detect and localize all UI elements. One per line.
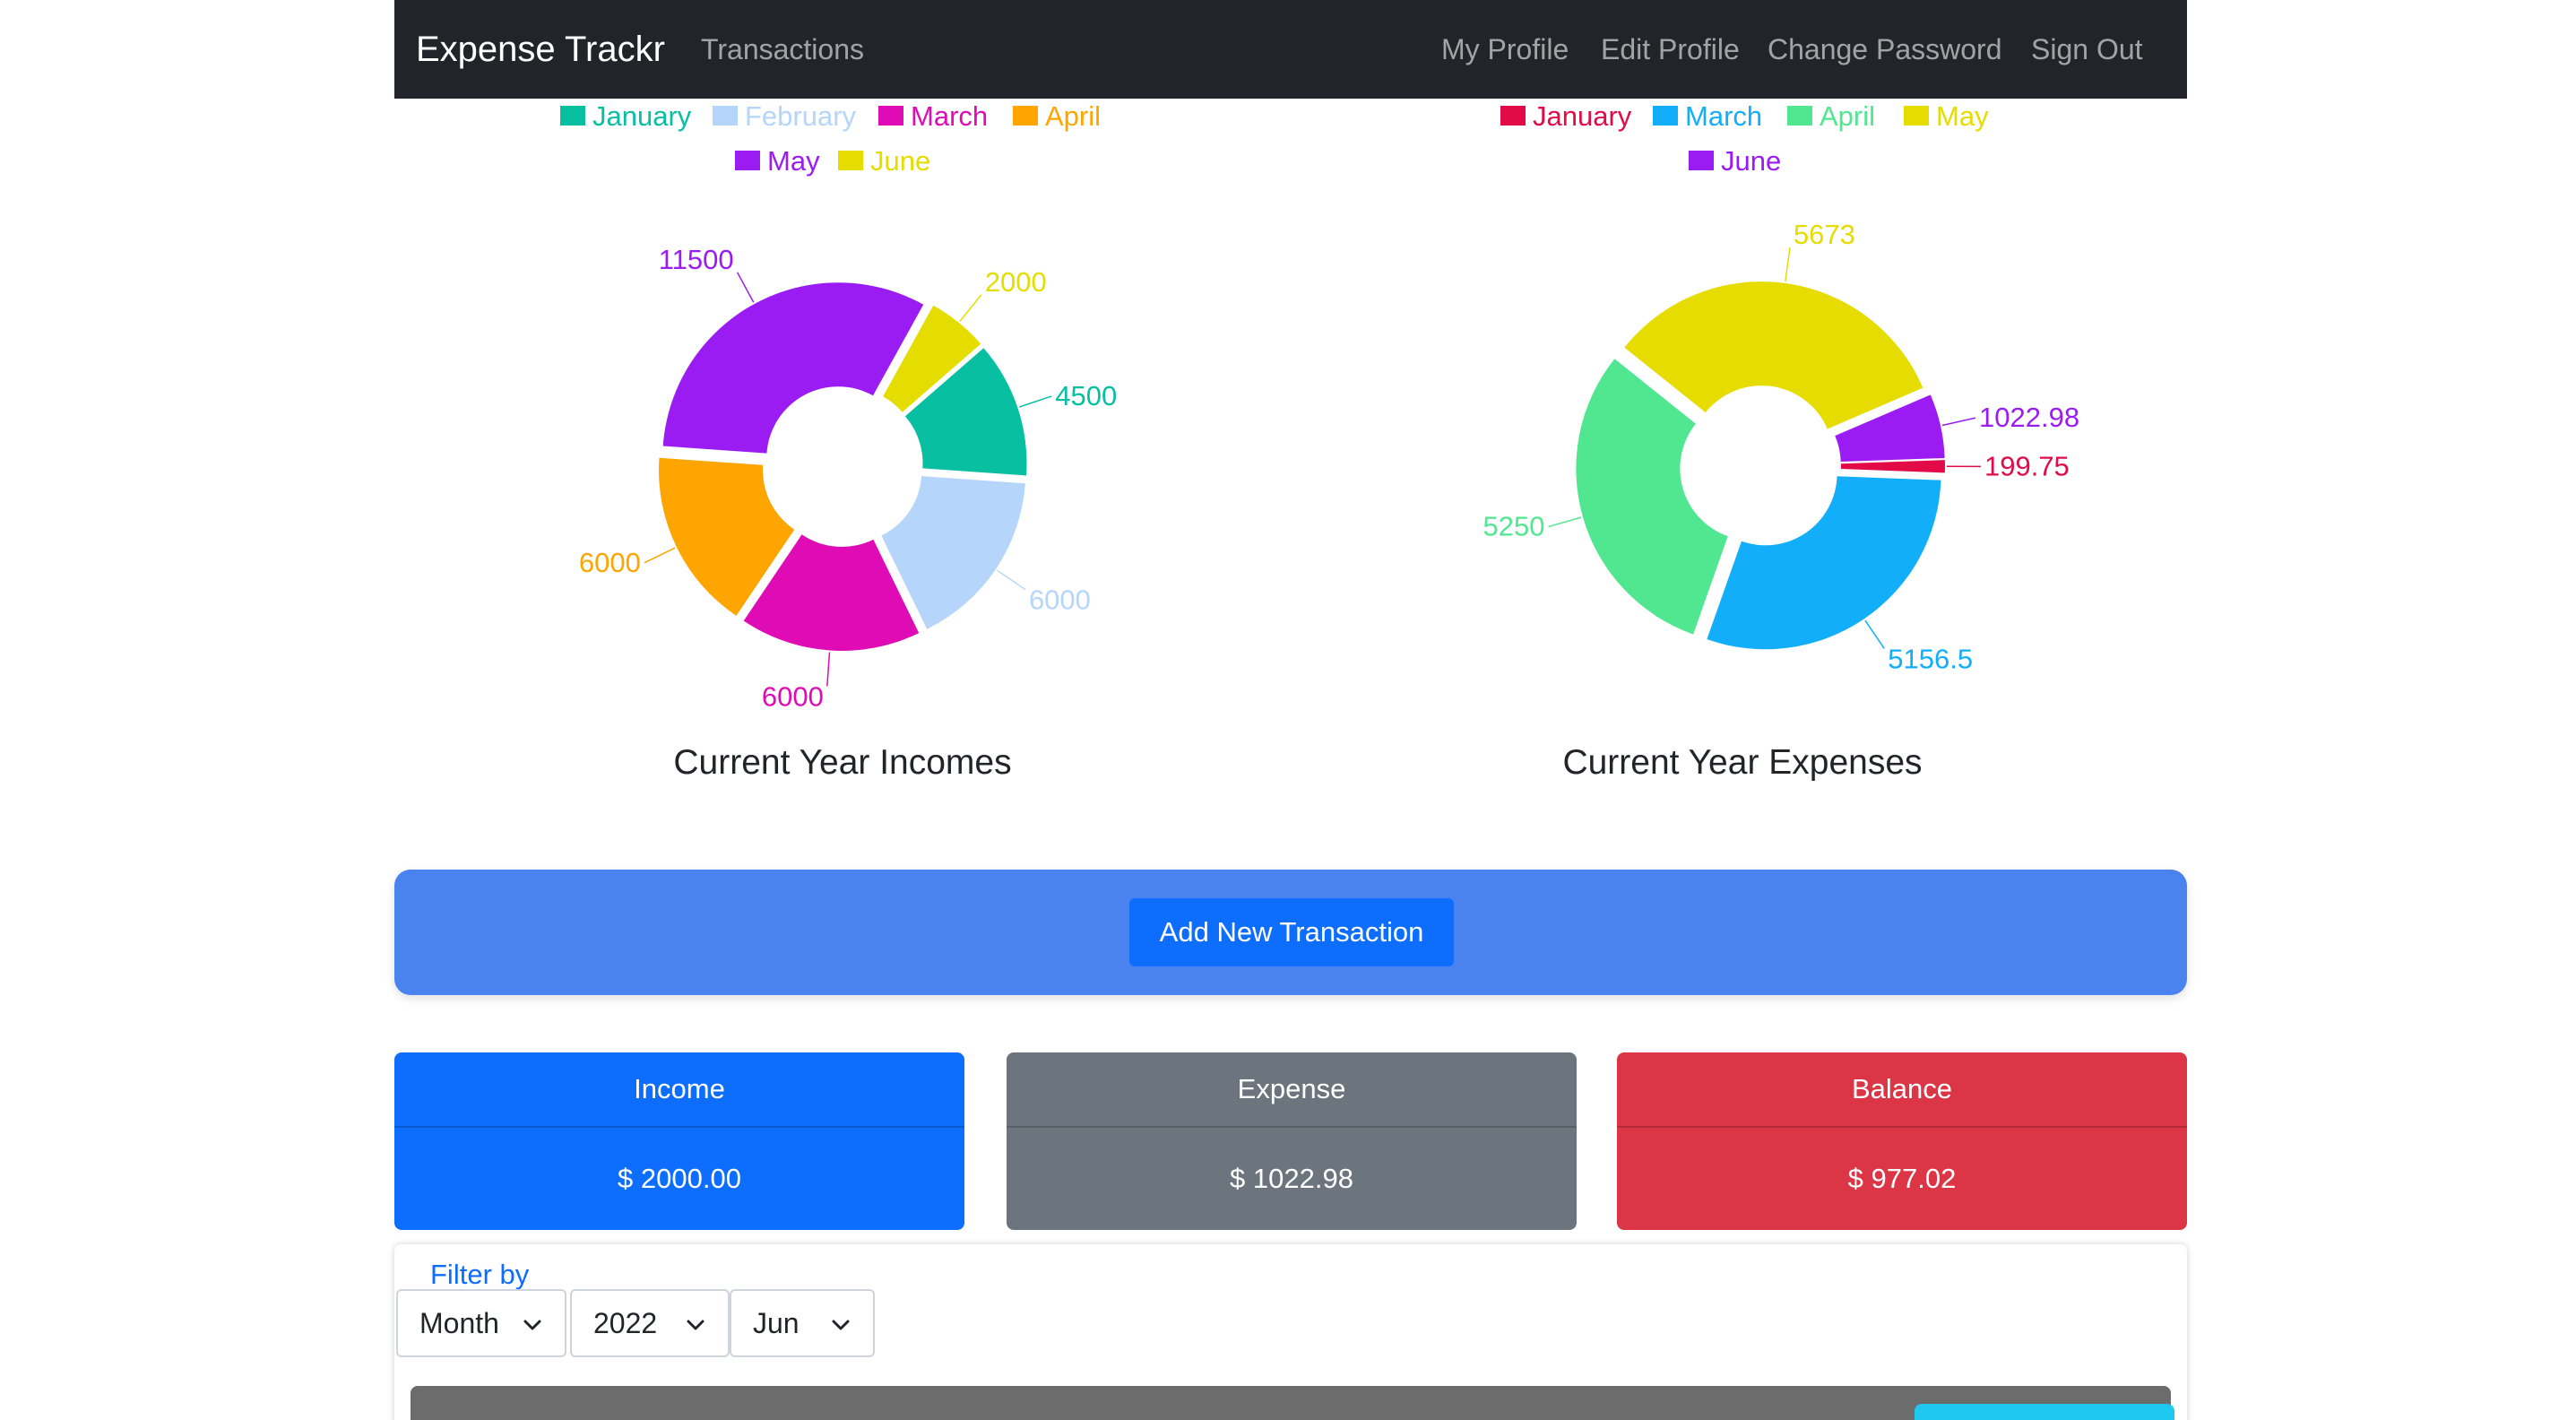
legend-item-march[interactable]: March bbox=[1653, 100, 1762, 132]
svg-text:April: April bbox=[1045, 100, 1101, 132]
expense-donut-chart: January March April May June 199.75 5156.5 5250… bbox=[1482, 100, 2079, 674]
income-card-label: Income bbox=[394, 1052, 964, 1128]
nav-edit-profile[interactable]: Edit Profile bbox=[1601, 30, 1740, 68]
nav-transactions[interactable]: Transactions bbox=[701, 30, 864, 68]
data-label-april: 6000 bbox=[579, 547, 641, 578]
expense-card-value: $ 1022.98 bbox=[1230, 1163, 1353, 1194]
leader-line-april bbox=[1548, 516, 1582, 528]
filter-month-select[interactable]: Jun bbox=[730, 1289, 875, 1357]
filter-year-value: 2022 bbox=[593, 1306, 658, 1339]
expense-card-label: Expense bbox=[1007, 1052, 1577, 1128]
slice-may[interactable] bbox=[662, 282, 924, 454]
legend-item-june[interactable]: June bbox=[838, 145, 930, 177]
legend-item-april[interactable]: April bbox=[1787, 100, 1875, 132]
nav-my-profile[interactable]: My Profile bbox=[1441, 30, 1569, 68]
balance-card-label: Balance bbox=[1617, 1052, 2187, 1128]
data-label-march: 5156.5 bbox=[1888, 643, 1973, 674]
leader-line-march bbox=[826, 652, 831, 687]
nav-change-password[interactable]: Change Password bbox=[1768, 30, 2001, 68]
data-label-may: 5673 bbox=[1794, 219, 1855, 250]
slice-march[interactable] bbox=[1707, 476, 1941, 650]
legend-item-april[interactable]: April bbox=[1013, 100, 1101, 132]
svg-text:January: January bbox=[592, 100, 692, 132]
expense-card: Expense $ 1022.98 bbox=[1007, 1052, 1577, 1230]
income-chart-title: Current Year Incomes bbox=[673, 743, 1012, 782]
data-label-january: 4500 bbox=[1055, 380, 1117, 411]
chevron-down-icon bbox=[687, 1320, 705, 1330]
svg-text:March: March bbox=[1685, 100, 1762, 132]
data-label-june: 2000 bbox=[985, 266, 1047, 298]
brand-link[interactable]: Expense Trackr bbox=[416, 27, 665, 72]
data-label-january: 199.75 bbox=[1984, 450, 2070, 481]
leader-line-april bbox=[644, 547, 676, 564]
filter-month-value: Jun bbox=[753, 1306, 800, 1339]
data-label-june: 1022.98 bbox=[1979, 402, 2079, 433]
balance-card-value: $ 977.02 bbox=[1847, 1163, 1957, 1194]
svg-text:May: May bbox=[767, 145, 820, 177]
svg-text:February: February bbox=[745, 100, 857, 132]
slice-january[interactable] bbox=[1840, 460, 1945, 473]
legend-item-june[interactable]: June bbox=[1689, 145, 1781, 177]
filter-year-select[interactable]: 2022 bbox=[570, 1289, 730, 1357]
add-new-transaction-button[interactable]: Add New Transaction bbox=[1129, 898, 1454, 966]
data-label-april: 5250 bbox=[1482, 511, 1544, 542]
svg-text:June: June bbox=[870, 145, 930, 177]
income-card: Income $ 2000.00 bbox=[394, 1052, 964, 1230]
data-label-february: 6000 bbox=[1029, 584, 1091, 616]
svg-text:March: March bbox=[911, 100, 988, 132]
table-action-button[interactable] bbox=[1915, 1404, 2174, 1420]
nav-sign-out[interactable]: Sign Out bbox=[2031, 30, 2143, 68]
legend-item-march[interactable]: March bbox=[878, 100, 988, 132]
add-transaction-panel: Add New Transaction bbox=[394, 870, 2187, 995]
legend-item-may[interactable]: May bbox=[1904, 100, 1989, 132]
chevron-down-icon bbox=[523, 1320, 541, 1330]
income-donut-chart: January February March April May June 4500 6000… bbox=[560, 100, 1117, 712]
filter-period-select[interactable]: Month bbox=[396, 1289, 566, 1357]
balance-card: Balance $ 977.02 bbox=[1617, 1052, 2187, 1230]
legend-item-january[interactable]: January bbox=[1500, 100, 1632, 132]
filter-period-value: Month bbox=[419, 1306, 499, 1339]
income-card-value: $ 2000.00 bbox=[618, 1163, 741, 1194]
svg-text:June: June bbox=[1721, 145, 1781, 177]
leader-line-may bbox=[1785, 247, 1791, 281]
legend-item-january[interactable]: January bbox=[560, 100, 692, 132]
top-navbar: Expense Trackr Transactions My Profile E… bbox=[394, 0, 2187, 99]
leader-line-june bbox=[1941, 417, 1976, 427]
svg-text:May: May bbox=[1936, 100, 1989, 132]
svg-text:April: April bbox=[1820, 100, 1875, 132]
chevron-down-icon bbox=[832, 1320, 850, 1330]
leader-line-may bbox=[736, 272, 755, 303]
filter-panel: Filter by Month 2022 Jun bbox=[394, 1244, 2187, 1420]
leader-line-february bbox=[997, 569, 1026, 591]
transactions-table-header bbox=[411, 1386, 2174, 1420]
expense-chart-title: Current Year Expenses bbox=[1562, 743, 1923, 782]
leader-line-march bbox=[1864, 619, 1885, 649]
leader-line-january bbox=[1019, 395, 1052, 408]
filter-by-label: Filter by bbox=[430, 1259, 530, 1290]
legend-item-may[interactable]: May bbox=[735, 145, 820, 177]
leader-line-june bbox=[959, 294, 982, 322]
svg-text:January: January bbox=[1533, 100, 1632, 132]
data-label-may: 11500 bbox=[659, 244, 734, 275]
data-label-march: 6000 bbox=[762, 680, 824, 712]
legend-item-february[interactable]: February bbox=[713, 100, 857, 132]
